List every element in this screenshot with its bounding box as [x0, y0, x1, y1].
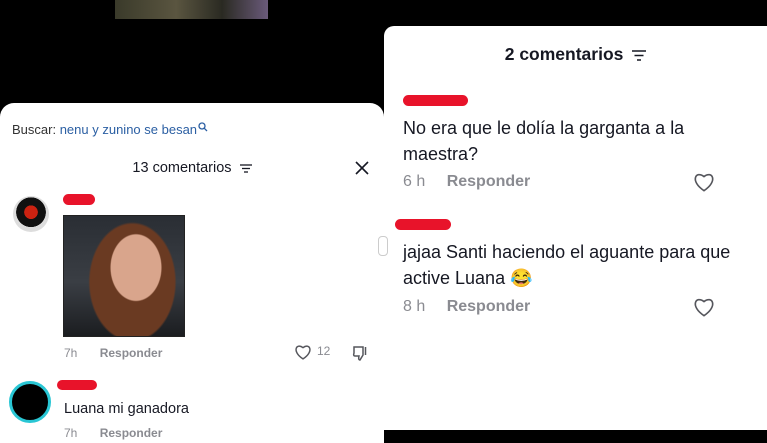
video-thumbnail — [115, 0, 268, 19]
comment-text: No era que le dolía la garganta a la mae… — [403, 118, 685, 164]
comment-time: 7h — [64, 346, 78, 360]
filter-menu-icon[interactable] — [239, 164, 252, 173]
comment-meta: 7h Responder — [64, 426, 162, 440]
redacted-username — [57, 380, 97, 390]
like-count: 12 — [317, 344, 331, 359]
comments-panel-right: 2 comentarios No era que le dolía la gar… — [384, 26, 767, 430]
comments-count: 2 comentarios — [504, 44, 624, 64]
heart-icon[interactable] — [693, 172, 715, 192]
comments-header: 2 comentarios — [384, 44, 767, 65]
comment-meta: 6 h Responder — [403, 173, 530, 191]
redacted-username — [403, 95, 468, 106]
reply-button[interactable]: Responder — [447, 173, 531, 190]
comments-panel-left: Buscar: nenu y zunino se besan 13 coment… — [0, 103, 384, 443]
heart-icon — [295, 345, 311, 360]
comment-time: 7h — [64, 426, 78, 440]
redacted-username — [395, 219, 451, 230]
comment-time: 8 h — [403, 298, 426, 315]
like-button[interactable]: 12 — [294, 344, 330, 360]
dislike-icon[interactable] — [352, 344, 370, 362]
comment-meta: 7h Responder — [64, 346, 162, 360]
reply-button[interactable]: Responder — [447, 298, 531, 315]
filter-menu-icon[interactable] — [632, 50, 647, 61]
comment-text: Luana mi ganadora — [64, 401, 189, 417]
comment-meta: 8 h Responder — [403, 298, 530, 316]
comment-text: jajaa Santi haciendo el aguante para que… — [403, 242, 731, 288]
search-icon — [198, 122, 208, 132]
close-icon[interactable] — [354, 160, 370, 176]
comment-time: 6 h — [403, 173, 426, 190]
scroll-handle[interactable] — [378, 236, 388, 256]
avatar[interactable] — [13, 196, 49, 232]
comments-count: 13 comentarios — [132, 160, 232, 176]
search-label: Buscar: — [12, 122, 57, 137]
reply-button[interactable]: Responder — [100, 426, 163, 440]
redacted-username — [63, 194, 95, 205]
comments-header: 13 comentarios — [0, 160, 384, 176]
reply-button[interactable]: Responder — [100, 346, 163, 360]
search-query-link[interactable]: nenu y zunino se besan — [60, 122, 197, 137]
avatar[interactable] — [9, 381, 51, 423]
heart-icon[interactable] — [693, 297, 715, 317]
search-suggestion[interactable]: Buscar: nenu y zunino se besan — [12, 122, 208, 137]
comment-gif-image[interactable] — [63, 215, 185, 337]
